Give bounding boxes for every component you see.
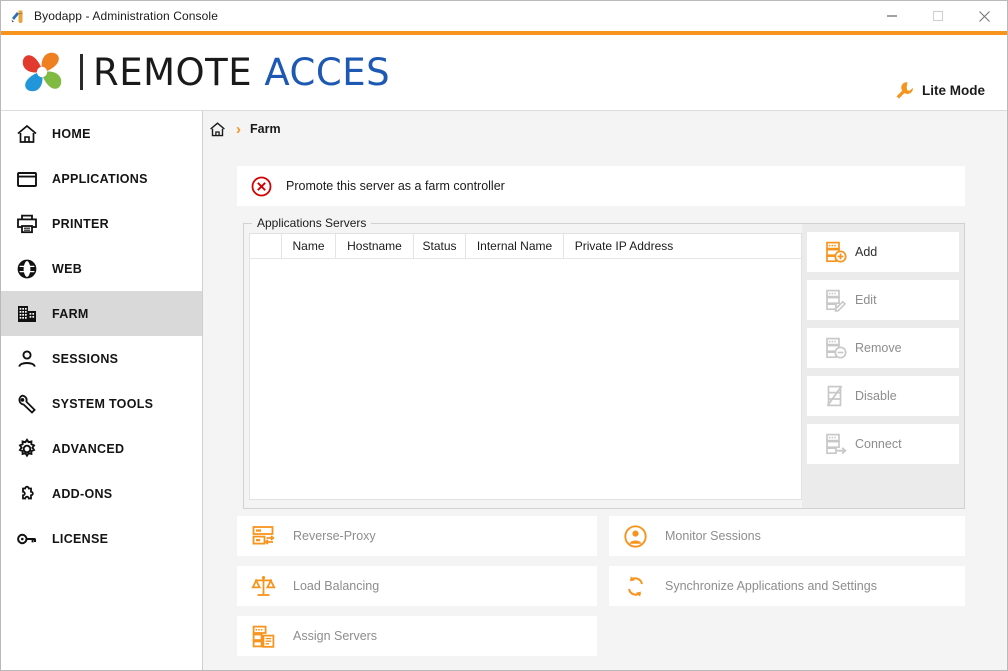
- sidebar-item-web[interactable]: WEB: [1, 246, 202, 291]
- user-icon: [14, 346, 40, 372]
- sidebar-item-applications[interactable]: APPLICATIONS: [1, 156, 202, 201]
- sidebar-item-system-tools[interactable]: SYSTEM TOOLS: [1, 381, 202, 426]
- assign-servers-button[interactable]: Assign Servers: [237, 616, 597, 656]
- brand-logo: REMOTE ACCES: [15, 45, 390, 99]
- gear-icon: [14, 436, 40, 462]
- wrench-icon: [14, 391, 40, 417]
- sidebar-item-label: APPLICATIONS: [52, 171, 148, 186]
- scales-icon: [249, 572, 277, 600]
- sidebar-item-printer[interactable]: PRINTER: [1, 201, 202, 246]
- add-server-label: Add: [855, 245, 878, 259]
- servers-table-body: [250, 259, 801, 499]
- disable-server-label: Disable: [855, 389, 897, 403]
- sidebar-item-label: LICENSE: [52, 531, 109, 546]
- server-add-icon: [823, 239, 849, 265]
- edit-server-label: Edit: [855, 293, 877, 307]
- sidebar-item-label: ADVANCED: [52, 441, 125, 456]
- column-header-hostname[interactable]: Hostname: [336, 234, 414, 258]
- add-server-button[interactable]: Add: [807, 232, 959, 272]
- sidebar-item-advanced[interactable]: ADVANCED: [1, 426, 202, 471]
- synchronize-apps-settings-button[interactable]: Synchronize Applications and Settings: [609, 566, 965, 606]
- logo-word-acces: ACCES: [264, 50, 391, 94]
- tools-icon: [10, 8, 26, 24]
- server-disable-icon: [823, 383, 849, 409]
- server-connect-icon: [823, 431, 849, 457]
- column-header-select[interactable]: [250, 234, 282, 258]
- key-icon: [14, 526, 40, 552]
- reverse-proxy-icon: [249, 522, 277, 550]
- edit-server-button[interactable]: Edit: [807, 280, 959, 320]
- logo-word-remote: REMOTE: [93, 50, 253, 94]
- column-header-private-ip[interactable]: Private IP Address: [564, 234, 684, 258]
- server-actions-panel: Add Edit Remove Disable Connect: [802, 224, 964, 508]
- main-content: › Farm Promote this server as a farm con…: [203, 111, 1007, 670]
- minimize-button[interactable]: [869, 1, 915, 31]
- assign-servers-label: Assign Servers: [293, 629, 378, 643]
- sidebar-item-label: PRINTER: [52, 216, 109, 231]
- sidebar-item-label: ADD-ONS: [52, 486, 113, 501]
- printer-icon: [14, 211, 40, 237]
- sidebar-item-label: WEB: [52, 261, 83, 276]
- window-title: Byodapp - Administration Console: [34, 9, 218, 23]
- applications-servers-group: Applications Servers Name Hostname Statu…: [243, 216, 965, 509]
- applications-servers-title: Applications Servers: [252, 216, 372, 230]
- load-balancing-label: Load Balancing: [293, 579, 380, 593]
- lite-mode-label: Lite Mode: [922, 83, 985, 98]
- server-edit-icon: [823, 287, 849, 313]
- promote-farm-controller-label: Promote this server as a farm controller: [286, 179, 505, 193]
- sidebar-item-farm[interactable]: FARM: [1, 291, 202, 336]
- title-bar: Byodapp - Administration Console: [1, 1, 1007, 31]
- monitor-sessions-button[interactable]: Monitor Sessions: [609, 516, 965, 556]
- servers-table-header: Name Hostname Status Internal Name Priva…: [250, 234, 801, 259]
- column-header-name[interactable]: Name: [282, 234, 336, 258]
- building-icon: [14, 301, 40, 327]
- error-circle-x-icon: [251, 176, 272, 197]
- connect-server-label: Connect: [855, 437, 902, 451]
- remote-access-logo-icon: [15, 45, 69, 99]
- server-remove-icon: [823, 335, 849, 361]
- sidebar-item-sessions[interactable]: SESSIONS: [1, 336, 202, 381]
- sidebar-nav: HOME APPLICATIONS PRINTER WEB FARM SESSI…: [1, 111, 203, 670]
- sync-icon: [621, 572, 649, 600]
- assign-servers-icon: [249, 622, 277, 650]
- monitor-user-icon: [621, 522, 649, 550]
- admin-console-window: Byodapp - Administration Console REMOTE …: [0, 0, 1008, 671]
- remove-server-label: Remove: [855, 341, 902, 355]
- synchronize-apps-settings-label: Synchronize Applications and Settings: [665, 579, 877, 593]
- sidebar-item-home[interactable]: HOME: [1, 111, 202, 156]
- app-header: REMOTE ACCES Lite Mode English: [1, 35, 1007, 139]
- connect-server-button[interactable]: Connect: [807, 424, 959, 464]
- servers-table[interactable]: Name Hostname Status Internal Name Priva…: [249, 233, 802, 500]
- puzzle-icon: [14, 481, 40, 507]
- logo-divider: [80, 54, 83, 90]
- promote-farm-controller-banner[interactable]: Promote this server as a farm controller: [237, 166, 965, 206]
- sidebar-item-license[interactable]: LICENSE: [1, 516, 202, 561]
- column-header-status[interactable]: Status: [414, 234, 466, 258]
- sidebar-item-label: HOME: [52, 126, 91, 141]
- column-header-internal-name[interactable]: Internal Name: [466, 234, 564, 258]
- lite-mode-button[interactable]: Lite Mode: [894, 80, 985, 101]
- window-icon: [14, 166, 40, 192]
- reverse-proxy-button[interactable]: Reverse-Proxy: [237, 516, 597, 556]
- breadcrumb: › Farm: [209, 116, 281, 142]
- maximize-button[interactable]: [915, 1, 961, 31]
- remove-server-button[interactable]: Remove: [807, 328, 959, 368]
- sidebar-item-add-ons[interactable]: ADD-ONS: [1, 471, 202, 516]
- wrench-icon: [894, 80, 915, 101]
- sidebar-item-label: FARM: [52, 306, 89, 321]
- reverse-proxy-label: Reverse-Proxy: [293, 529, 376, 543]
- load-balancing-button[interactable]: Load Balancing: [237, 566, 597, 606]
- logo-wordmark: REMOTE ACCES: [93, 54, 390, 91]
- monitor-sessions-label: Monitor Sessions: [665, 529, 761, 543]
- home-icon[interactable]: [209, 120, 227, 138]
- disable-server-button[interactable]: Disable: [807, 376, 959, 416]
- globe-icon: [14, 256, 40, 282]
- sidebar-item-label: SESSIONS: [52, 351, 119, 366]
- breadcrumb-current[interactable]: Farm: [250, 122, 281, 136]
- home-icon: [14, 121, 40, 147]
- close-button[interactable]: [961, 1, 1007, 31]
- sidebar-item-label: SYSTEM TOOLS: [52, 396, 154, 411]
- breadcrumb-separator-icon: ›: [236, 120, 241, 138]
